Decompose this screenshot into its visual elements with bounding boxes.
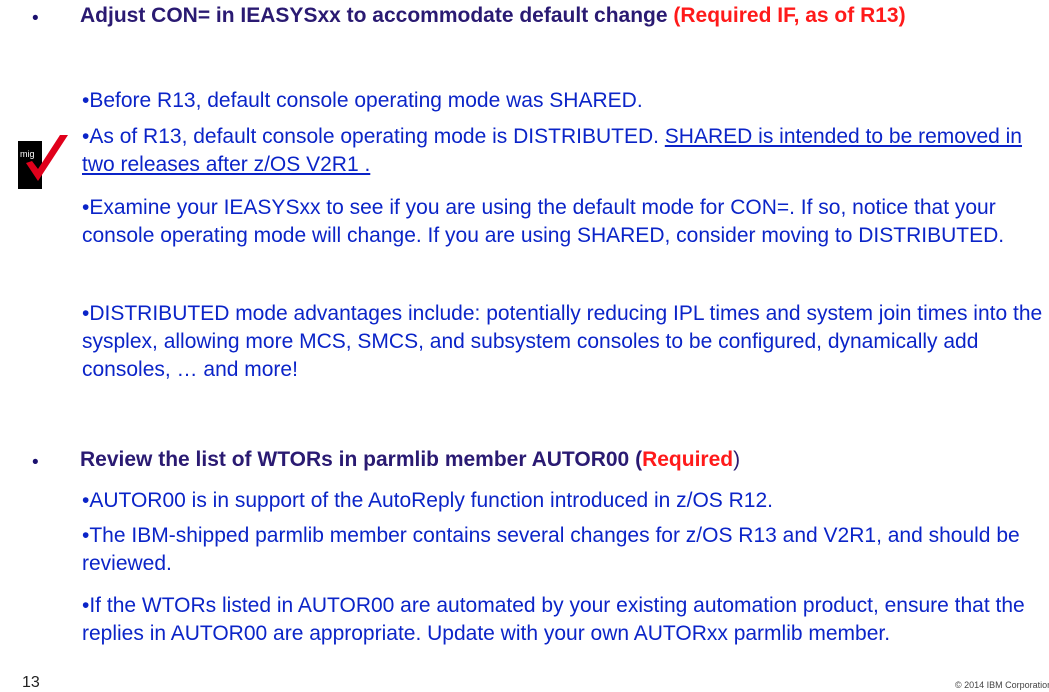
section2-heading: Review the list of WTORs in parmlib memb… [80, 446, 1040, 474]
section1-bullet: • [32, 8, 39, 29]
section1-item-3: •Examine your IEASYSxx to see if you are… [82, 196, 1005, 247]
mig-checkmark-icon: mig [18, 135, 68, 189]
mig-icon-label: mig [20, 149, 35, 159]
copyright: © 2014 IBM Corporation [955, 680, 1049, 690]
section2-tag-close: ) [733, 448, 741, 471]
section2-item-3: •If the WTORs listed in AUTOR00 are auto… [82, 594, 1025, 645]
section1-item-2: •As of R13, default console operating mo… [82, 123, 1044, 179]
section2-required-tag: Required [642, 448, 734, 471]
section2-item-2: •The IBM-shipped parmlib member contains… [82, 524, 1020, 575]
section1-item-4: •DISTRIBUTED mode advantages include: po… [82, 302, 1043, 381]
section1-heading-text: Adjust CON= in IEASYSxx to accommodate d… [80, 4, 668, 27]
section1-heading: Adjust CON= in IEASYSxx to accommodate d… [80, 2, 1040, 30]
section2-item-1: •AUTOR00 is in support of the AutoReply … [82, 489, 774, 512]
section2-heading-text: Review the list of WTORs in parmlib memb… [80, 448, 630, 471]
section1-item-2-text: •As of R13, default console operating mo… [82, 125, 659, 148]
section1-item-1: •Before R13, default console operating m… [82, 89, 643, 112]
slide-number: 13 [22, 674, 40, 691]
section1-required-tag: (Required IF, as of R13) [673, 4, 906, 27]
section2-bullet: • [32, 452, 39, 473]
